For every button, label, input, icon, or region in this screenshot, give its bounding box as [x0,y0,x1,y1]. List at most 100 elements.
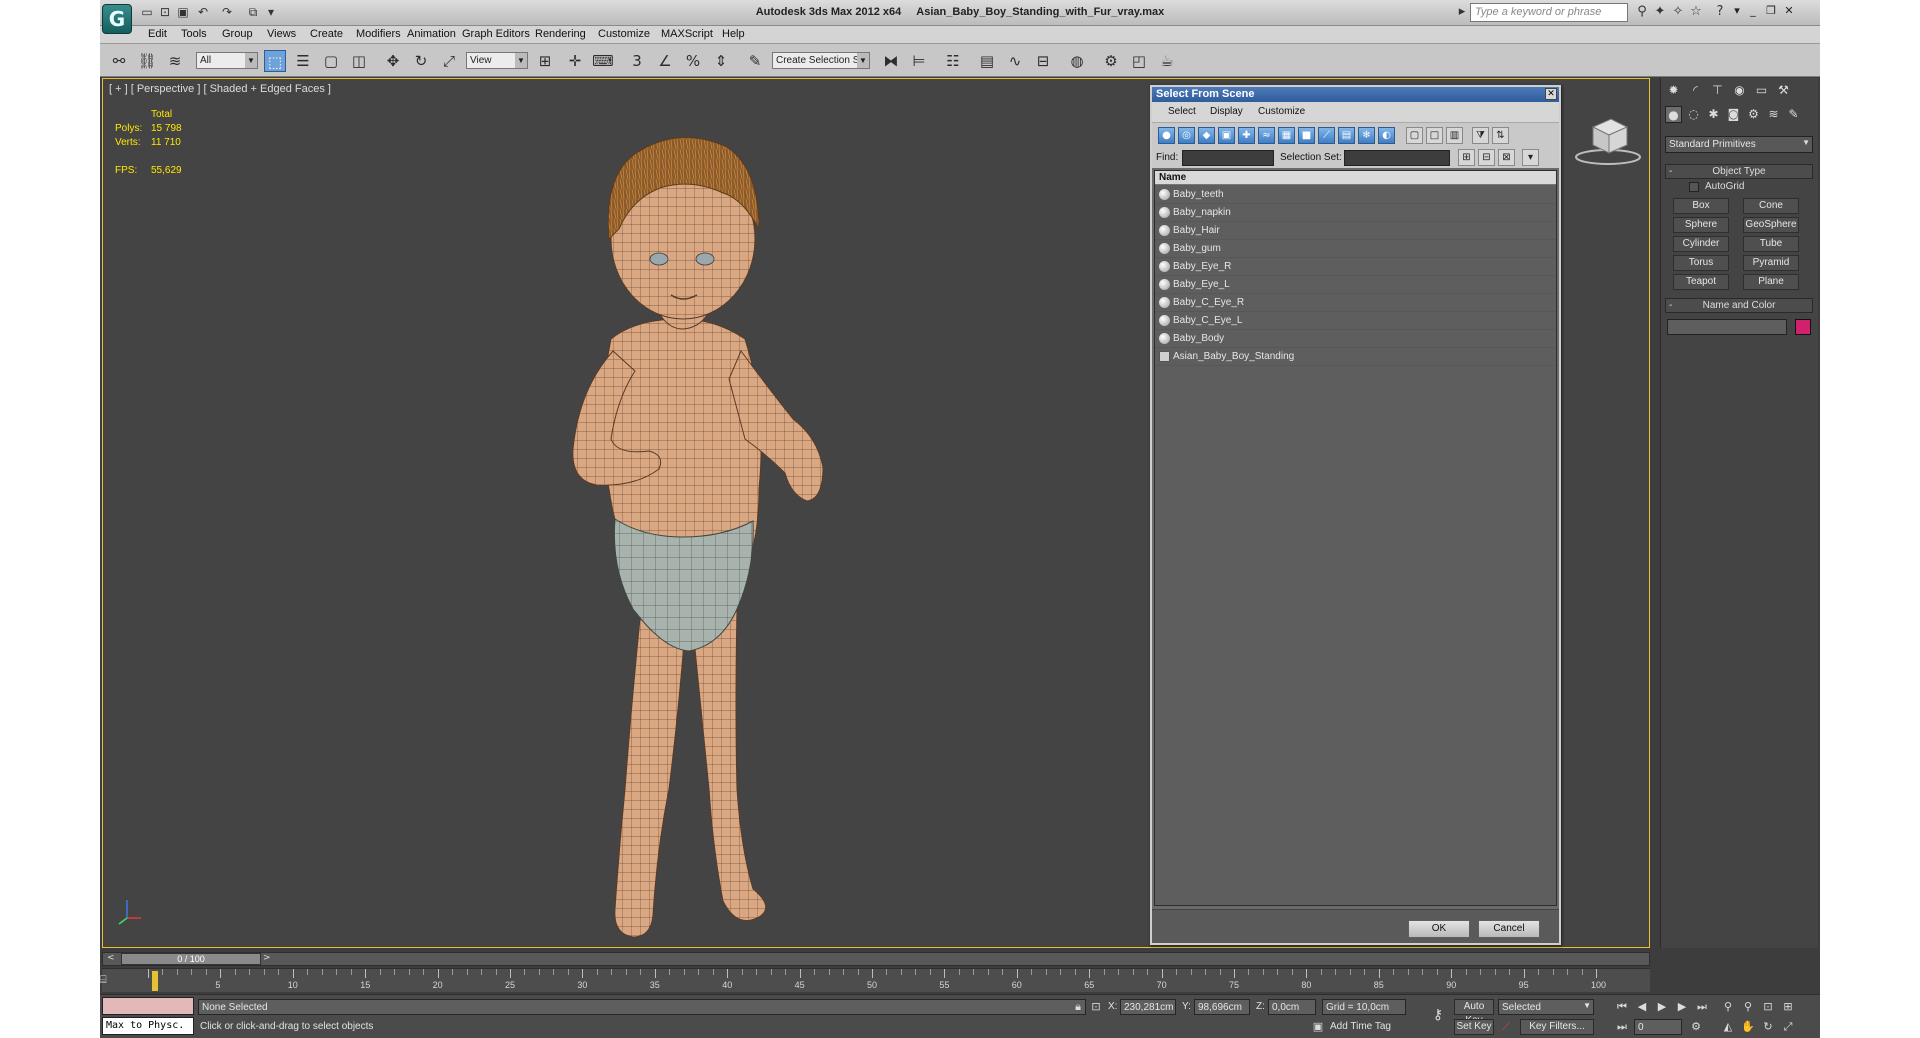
go-to-end-icon[interactable]: ⏭ [1694,999,1710,1015]
list-item[interactable]: Baby_C_Eye_R [1155,294,1556,312]
zoom-icon[interactable]: ⚲ [1720,999,1736,1015]
close-window-button[interactable]: ✕ [1782,4,1796,18]
time-configuration-icon[interactable]: ⚙ [1688,1019,1704,1035]
menu-modifiers[interactable]: Modifiers [356,28,401,40]
add-time-tag-icon[interactable]: ▣ [1310,1019,1326,1035]
shapes-category-icon[interactable]: ◌ [1685,106,1702,123]
auto-key-button[interactable]: Auto Key [1454,999,1494,1026]
track-bar[interactable]: ⌸ 5 10 15 20 25 30 35 40 45 50 55 60 65 70 75 80 85 90 95 1… [100,968,1650,992]
select-and-rotate-icon[interactable]: ↻ [410,50,432,72]
list-item[interactable]: Asian_Baby_Boy_Standing [1155,348,1556,366]
cone-button[interactable]: Cone [1743,198,1799,214]
select-and-link-icon[interactable]: ⚯ [108,50,130,72]
box-button[interactable]: Box [1673,198,1729,214]
set-key-button[interactable]: Set Key [1454,1019,1494,1035]
communication-center-icon[interactable]: ✧ [1670,4,1686,20]
display-shapes-icon[interactable]: ◎ [1178,127,1195,144]
display-hidden-icon[interactable]: ◐ [1378,127,1395,144]
play-icon[interactable]: ▶ [1654,999,1670,1015]
selection-set-dropdown[interactable] [1344,150,1450,166]
lock-selection-icon[interactable]: 🔒︎ [1070,999,1086,1015]
dialog-menu-customize[interactable]: Customize [1258,106,1305,117]
select-and-move-icon[interactable]: ✥ [382,50,404,72]
binoculars-icon[interactable]: ⚲ [1634,4,1650,20]
name-and-color-rollout[interactable]: - Name and Color [1665,298,1813,313]
help-icon[interactable]: ? [1712,4,1728,20]
maxscript-output[interactable]: Max to Physc. [102,1017,194,1035]
current-frame-field[interactable]: 0 [1634,1019,1682,1035]
help-search-input[interactable]: Type a keyword or phrase [1470,3,1628,22]
zoom-all-icon[interactable]: ⚲ [1740,999,1756,1015]
key-filters-button[interactable]: Key Filters... [1520,1019,1594,1035]
zoom-extents-icon[interactable]: ⊡ [1760,999,1776,1015]
pyramid-button[interactable]: Pyramid [1743,255,1799,271]
mirror-icon[interactable]: ⧓ [880,50,902,72]
x-coordinate-field[interactable]: 230,281cm [1120,999,1176,1015]
display-all-icon[interactable]: ▢ [1406,127,1423,144]
menu-edit[interactable]: Edit [148,28,167,40]
menu-animation[interactable]: Animation [407,28,456,40]
menu-maxscript[interactable]: MAXScript [661,28,713,40]
menu-rendering[interactable]: Rendering [535,28,586,40]
layer-manager-icon[interactable]: ☷ [942,50,964,72]
find-input[interactable] [1182,150,1274,166]
list-item[interactable]: Baby_Eye_R [1155,258,1556,276]
menu-help[interactable]: Help [722,28,745,40]
display-none-icon[interactable]: □ [1426,127,1443,144]
display-panel-icon[interactable]: ▭ [1753,82,1770,99]
baby-model-render[interactable] [523,89,863,948]
subscription-center-icon[interactable]: ✦ [1652,4,1668,20]
dialog-menu-display[interactable]: Display [1210,106,1243,117]
key-mode-dropdown[interactable]: Selected ▼ [1498,999,1594,1015]
geosphere-button[interactable]: GeoSphere [1743,217,1799,233]
reference-coordinate-dropdown[interactable]: View ▼ [466,52,528,69]
y-coordinate-field[interactable]: 98,696cm [1194,999,1250,1015]
motion-panel-icon[interactable]: ◉ [1731,82,1748,99]
minimize-window-button[interactable]: _ [1746,4,1760,18]
list-item[interactable]: Baby_napkin [1155,204,1556,222]
list-item[interactable]: Baby_C_Eye_L [1155,312,1556,330]
pivot-center-icon[interactable]: ⊞ [534,50,556,72]
sort-icon[interactable]: ⇅ [1492,127,1509,144]
select-dependents-icon[interactable]: ⊟ [1478,149,1495,166]
object-type-rollout[interactable]: - Object Type [1665,164,1813,179]
display-lights-icon[interactable]: ◆ [1198,127,1215,144]
display-invert-icon[interactable]: ▥ [1446,127,1463,144]
display-cameras-icon[interactable]: ▣ [1218,127,1235,144]
maxscript-listener-input[interactable] [102,997,194,1015]
next-frame-icon[interactable]: ▶ [1674,999,1690,1015]
modify-panel-icon[interactable]: ◜ [1687,82,1704,99]
spinner-snap-icon[interactable]: ⇕ [710,50,732,72]
dialog-menu-select[interactable]: Select [1168,106,1196,117]
select-all-children-icon[interactable]: ⊞ [1458,149,1475,166]
window-crossing-icon[interactable]: ◫ [348,50,370,72]
autogrid-checkbox[interactable] [1689,182,1699,192]
unlink-selection-icon[interactable]: ⛓ [136,50,158,72]
menu-graph-editors[interactable]: Graph Editors [462,28,530,40]
field-of-view-icon[interactable]: ◭ [1720,1019,1736,1035]
display-bones-icon[interactable]: ⟋ [1318,127,1335,144]
space-warps-category-icon[interactable]: ≋ [1765,106,1782,123]
display-groups-icon[interactable]: ▦ [1278,127,1295,144]
go-to-start-icon[interactable]: ⏮ [1614,999,1630,1015]
favorites-star-icon[interactable]: ☆ [1688,4,1704,20]
hierarchy-panel-icon[interactable]: ⊤ [1709,82,1726,99]
default-in-out-tangent-icon[interactable]: ⟋ [1498,1019,1514,1035]
current-frame-marker[interactable] [152,971,158,991]
torus-button[interactable]: Torus [1673,255,1729,271]
slider-prev-icon[interactable]: < [107,953,115,963]
add-time-tag-label[interactable]: Add Time Tag [1330,1021,1391,1032]
zoom-extents-all-icon[interactable]: ⊞ [1780,999,1796,1015]
time-slider[interactable]: < 0 / 100 > [102,952,1650,966]
rectangular-selection-icon[interactable]: ▢ [320,50,342,72]
help-dropdown-icon[interactable]: ▾ [1730,4,1744,18]
keyboard-shortcut-override-icon[interactable]: ⌨ [592,50,614,72]
utilities-panel-icon[interactable]: ⚒ [1775,82,1792,99]
name-column-header[interactable]: Name [1155,171,1556,185]
menu-create[interactable]: Create [310,28,343,40]
orbit-icon[interactable]: ↻ [1760,1019,1776,1035]
plane-button[interactable]: Plane [1743,274,1799,290]
graphite-modeling-tools-icon[interactable]: ▤ [976,50,998,72]
app-logo-icon[interactable]: G [102,4,132,34]
create-panel-icon[interactable]: ✹ [1665,82,1682,99]
